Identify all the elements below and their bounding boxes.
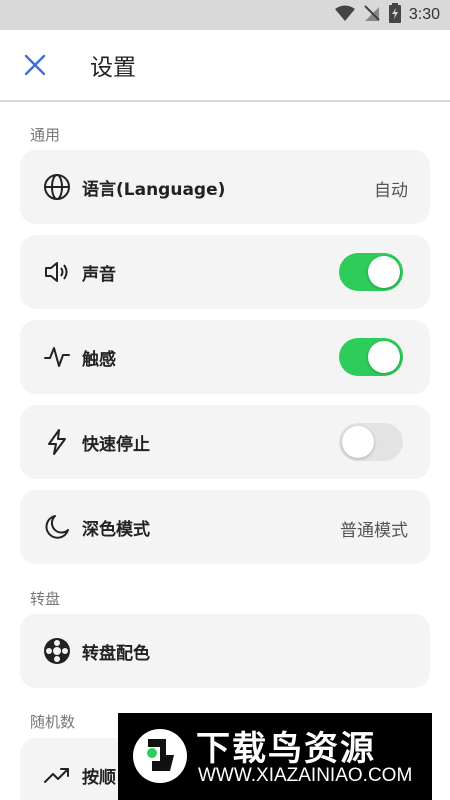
wheel-icon xyxy=(42,636,72,666)
toggle-knob xyxy=(342,426,374,458)
watermark-url: WWW.XIAZAINIAO.COM xyxy=(198,765,413,786)
no-signal-icon xyxy=(363,4,381,26)
section-label-random: 随机数 xyxy=(30,713,76,731)
setting-dark-mode[interactable]: 深色模式 普通模式 xyxy=(20,490,430,564)
speaker-icon xyxy=(42,257,72,287)
watermark-title: 下载鸟资源 xyxy=(196,729,376,769)
setting-wheel-colors[interactable]: 转盘配色 xyxy=(20,614,430,688)
quick-stop-toggle[interactable] xyxy=(339,423,403,461)
app-header: 设置 xyxy=(0,30,450,100)
watermark-banner: 下载鸟资源 WWW.XIAZAINIAO.COM xyxy=(118,713,432,800)
header-divider xyxy=(0,100,450,102)
section-label-wheel: 转盘 xyxy=(30,590,61,608)
setting-sound: 声音 xyxy=(20,235,430,309)
status-bar: 3:30 xyxy=(0,0,450,30)
setting-dark-mode-value: 普通模式 xyxy=(340,521,408,541)
toggle-knob xyxy=(368,256,400,288)
setting-haptics: 触感 xyxy=(20,320,430,394)
page-title: 设置 xyxy=(90,55,136,81)
wifi-icon xyxy=(334,5,355,25)
pulse-icon xyxy=(42,342,72,372)
trending-up-icon xyxy=(42,760,72,790)
sound-toggle[interactable] xyxy=(339,253,403,291)
status-icons: 3:30 xyxy=(334,3,440,27)
battery-charging-icon xyxy=(388,3,401,27)
globe-icon xyxy=(42,172,72,202)
close-icon xyxy=(24,54,46,76)
setting-wheel-colors-label: 转盘配色 xyxy=(82,644,150,664)
moon-icon xyxy=(42,512,72,542)
setting-quick-stop: 快速停止 xyxy=(20,405,430,479)
setting-language-value: 自动 xyxy=(374,181,408,201)
close-button[interactable] xyxy=(20,50,50,80)
section-label-general: 通用 xyxy=(30,126,61,144)
lightning-icon xyxy=(42,427,72,457)
setting-haptics-label: 触感 xyxy=(82,350,116,370)
setting-language-label: 语言(Language) xyxy=(82,180,226,200)
setting-sound-label: 声音 xyxy=(82,265,116,285)
bird-logo-icon xyxy=(130,725,190,787)
setting-in-order-label: 按顺 xyxy=(82,768,116,788)
setting-dark-mode-label: 深色模式 xyxy=(82,520,150,540)
haptics-toggle[interactable] xyxy=(339,338,403,376)
setting-language[interactable]: 语言(Language) 自动 xyxy=(20,150,430,224)
status-time: 3:30 xyxy=(408,6,440,23)
toggle-knob xyxy=(368,341,400,373)
setting-quick-stop-label: 快速停止 xyxy=(82,435,150,455)
